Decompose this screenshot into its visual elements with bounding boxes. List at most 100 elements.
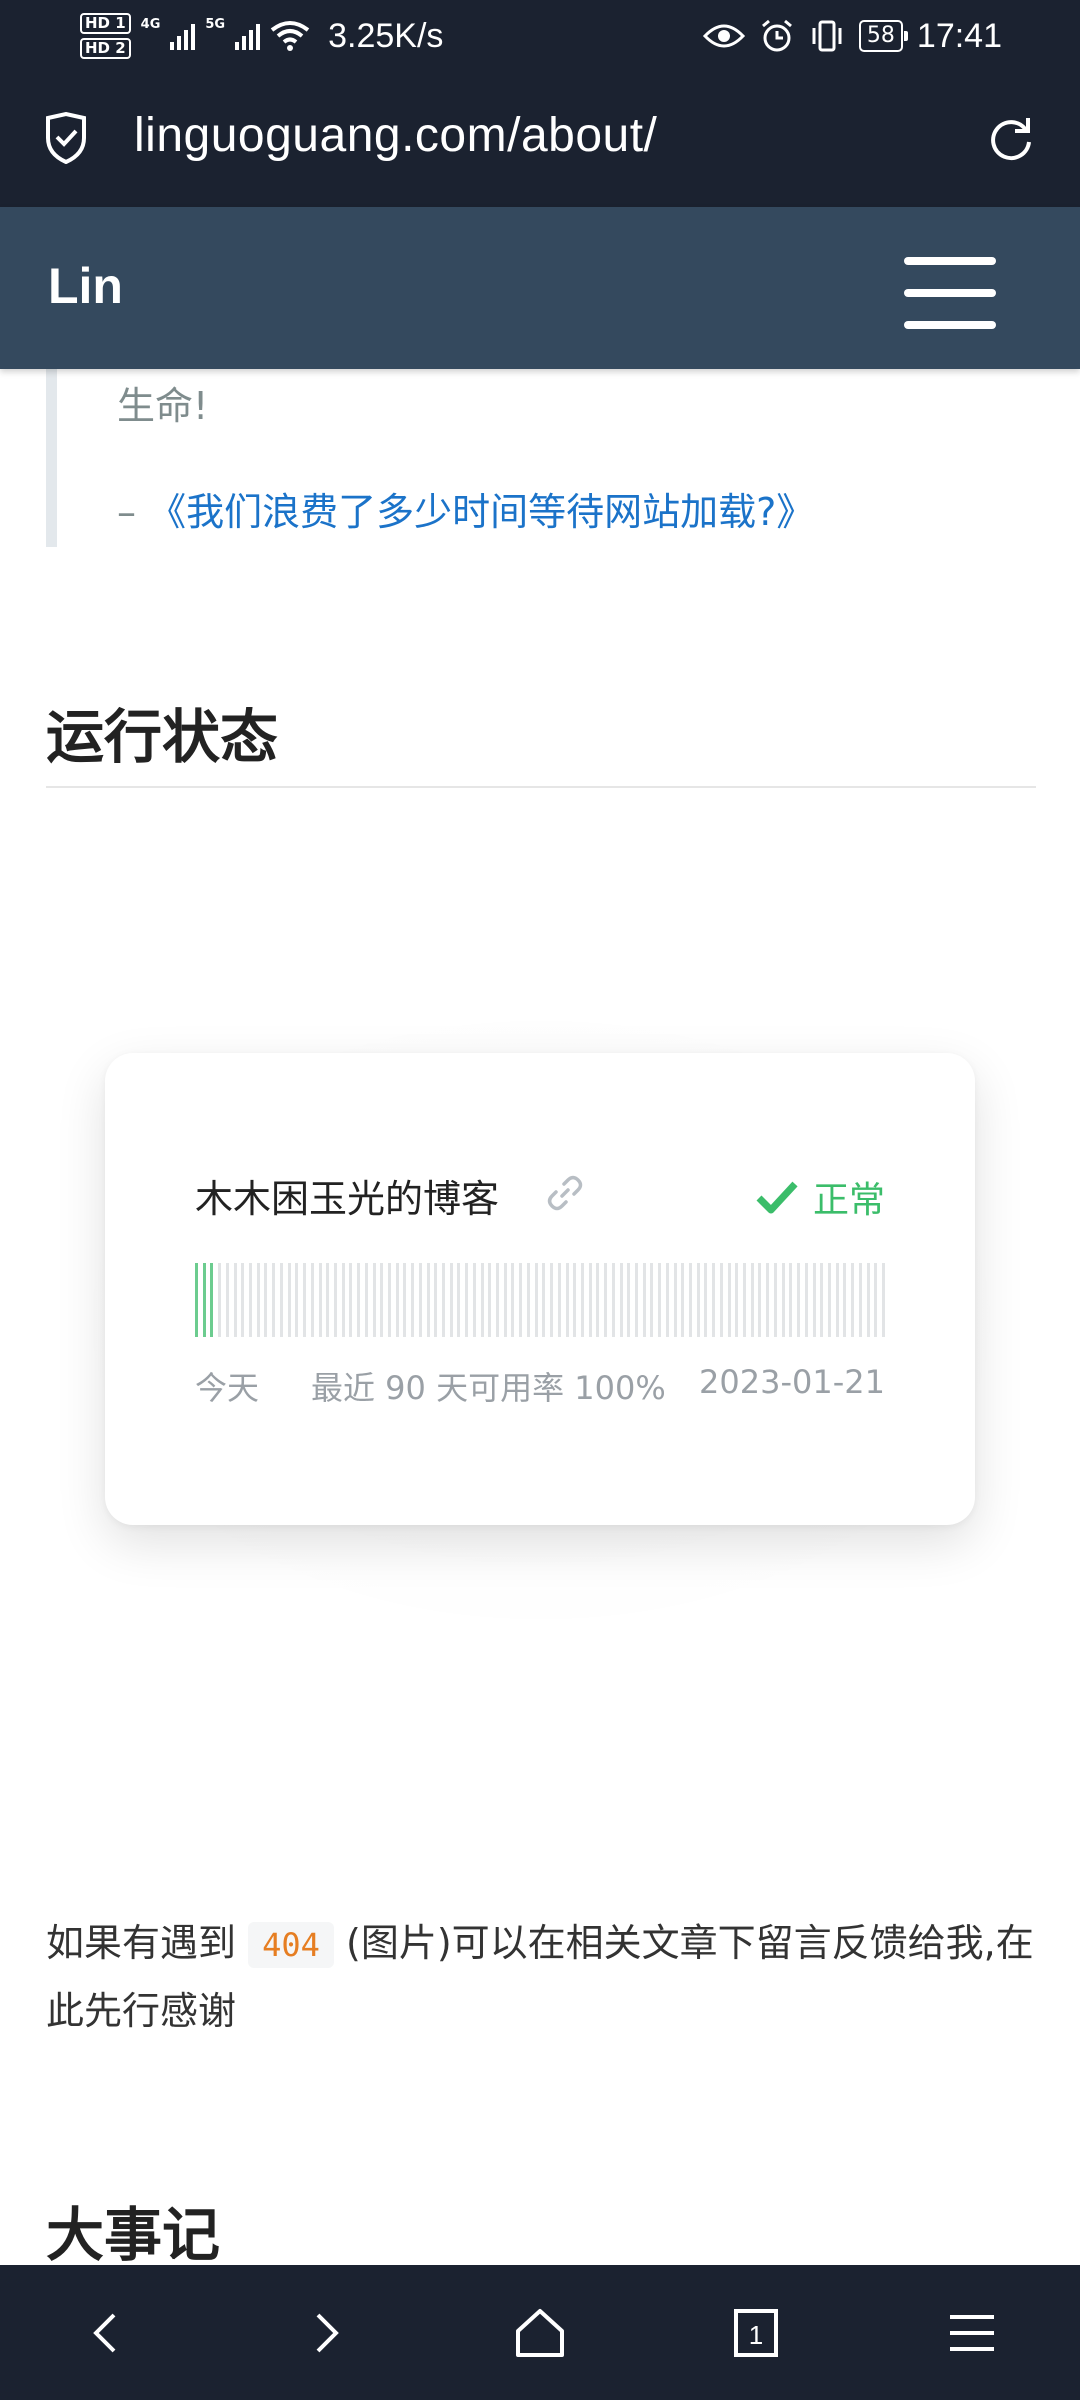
uptime-day-bar[interactable] (488, 1263, 492, 1337)
uptime-day-bar[interactable] (866, 1263, 870, 1337)
uptime-day-bar[interactable] (735, 1263, 739, 1337)
uptime-day-bar[interactable] (766, 1263, 770, 1337)
uptime-day-bar[interactable] (827, 1263, 831, 1337)
uptime-day-bar[interactable] (689, 1263, 693, 1337)
uptime-day-bar[interactable] (781, 1263, 785, 1337)
uptime-day-bar[interactable] (472, 1263, 476, 1337)
uptime-day-bar[interactable] (874, 1263, 878, 1337)
menu-button[interactable] (932, 2293, 1012, 2373)
uptime-day-bar[interactable] (804, 1263, 808, 1337)
uptime-day-bar[interactable] (279, 1263, 283, 1337)
uptime-day-bar[interactable] (418, 1263, 422, 1337)
uptime-day-bar[interactable] (318, 1263, 322, 1337)
uptime-day-bar[interactable] (580, 1263, 584, 1337)
uptime-day-bar[interactable] (449, 1263, 453, 1337)
uptime-day-bar[interactable] (295, 1263, 299, 1337)
uptime-day-bar[interactable] (333, 1263, 337, 1337)
uptime-day-bar[interactable] (480, 1263, 484, 1337)
uptime-day-bar[interactable] (387, 1263, 391, 1337)
forward-button[interactable] (284, 2293, 364, 2373)
uptime-day-bar[interactable] (534, 1263, 538, 1337)
menu-icon[interactable] (904, 257, 996, 329)
uptime-day-bar[interactable] (565, 1263, 569, 1337)
uptime-day-bar[interactable] (773, 1263, 777, 1337)
uptime-day-bar[interactable] (496, 1263, 500, 1337)
uptime-day-bar[interactable] (588, 1263, 592, 1337)
uptime-day-bar[interactable] (341, 1263, 345, 1337)
uptime-day-bar[interactable] (789, 1263, 793, 1337)
uptime-day-bar[interactable] (882, 1263, 885, 1337)
quote-source-link[interactable]: 《我们浪费了多少时间等待网站加载?》 (148, 490, 814, 534)
uptime-day-bar[interactable] (665, 1263, 669, 1337)
url-field[interactable]: linguoguang.com/about/ (134, 108, 657, 163)
uptime-day-bar[interactable] (411, 1263, 415, 1337)
uptime-day-bar[interactable] (225, 1263, 229, 1337)
uptime-day-bar[interactable] (573, 1263, 577, 1337)
uptime-day-bar[interactable] (604, 1263, 608, 1337)
uptime-day-bar[interactable] (704, 1263, 708, 1337)
uptime-day-bar[interactable] (619, 1263, 623, 1337)
uptime-day-bar[interactable] (426, 1263, 430, 1337)
uptime-day-bar[interactable] (719, 1263, 723, 1337)
uptime-day-bar[interactable] (526, 1263, 530, 1337)
uptime-day-bar[interactable] (627, 1263, 631, 1337)
uptime-day-bar[interactable] (812, 1263, 816, 1337)
uptime-day-bar[interactable] (557, 1263, 561, 1337)
back-button[interactable] (68, 2293, 148, 2373)
uptime-day-bar[interactable] (542, 1263, 546, 1337)
uptime-day-bar[interactable] (357, 1263, 361, 1337)
reload-icon[interactable] (986, 114, 1036, 164)
uptime-day-bar[interactable] (712, 1263, 716, 1337)
uptime-day-bar[interactable] (727, 1263, 731, 1337)
uptime-day-bar[interactable] (272, 1263, 276, 1337)
uptime-day-bar[interactable] (820, 1263, 824, 1337)
uptime-day-bar[interactable] (241, 1263, 245, 1337)
link-icon[interactable] (545, 1173, 585, 1213)
uptime-day-bar[interactable] (310, 1263, 314, 1337)
uptime-day-bar[interactable] (442, 1263, 445, 1337)
uptime-day-bar[interactable] (364, 1263, 368, 1337)
uptime-day-bar[interactable] (843, 1263, 847, 1337)
uptime-day-bar[interactable] (858, 1263, 862, 1337)
uptime-day-bar[interactable] (210, 1263, 214, 1337)
uptime-day-bar[interactable] (503, 1263, 507, 1337)
uptime-day-bar[interactable] (743, 1263, 747, 1337)
uptime-day-bar[interactable] (550, 1263, 554, 1337)
uptime-day-bar[interactable] (287, 1263, 291, 1337)
uptime-day-bar[interactable] (303, 1263, 307, 1337)
uptime-day-bar[interactable] (233, 1263, 237, 1337)
uptime-day-bar[interactable] (264, 1263, 268, 1337)
uptime-day-bar[interactable] (403, 1263, 407, 1337)
uptime-day-bar[interactable] (797, 1263, 801, 1337)
uptime-day-bar[interactable] (202, 1263, 206, 1337)
home-button[interactable] (500, 2293, 580, 2373)
uptime-day-bar[interactable] (195, 1263, 198, 1337)
uptime-day-bar[interactable] (395, 1263, 399, 1337)
uptime-day-bar[interactable] (650, 1263, 654, 1337)
uptime-day-bar[interactable] (851, 1263, 855, 1337)
uptime-day-bar[interactable] (758, 1263, 762, 1337)
uptime-day-bar[interactable] (519, 1263, 523, 1337)
uptime-day-bar[interactable] (696, 1263, 700, 1337)
uptime-day-bar[interactable] (634, 1263, 638, 1337)
uptime-day-bar[interactable] (658, 1263, 662, 1337)
shield-check-icon[interactable] (44, 112, 88, 164)
uptime-day-bar[interactable] (372, 1263, 376, 1337)
uptime-day-bar[interactable] (681, 1263, 685, 1337)
site-brand[interactable]: Lin (48, 257, 123, 315)
uptime-day-bar[interactable] (218, 1263, 222, 1337)
uptime-day-bar[interactable] (249, 1263, 253, 1337)
uptime-day-bar[interactable] (434, 1263, 438, 1337)
uptime-day-bar[interactable] (596, 1263, 600, 1337)
uptime-day-bar[interactable] (326, 1263, 330, 1337)
uptime-day-bar[interactable] (511, 1263, 515, 1337)
uptime-day-bar[interactable] (750, 1263, 754, 1337)
uptime-day-bar[interactable] (611, 1263, 615, 1337)
uptime-day-bar[interactable] (835, 1263, 839, 1337)
uptime-day-bar[interactable] (380, 1263, 384, 1337)
uptime-day-bar[interactable] (349, 1263, 353, 1337)
uptime-day-bar[interactable] (642, 1263, 646, 1337)
uptime-day-bar[interactable] (457, 1263, 461, 1337)
uptime-day-bar[interactable] (465, 1263, 469, 1337)
tabs-button[interactable]: 1 (716, 2293, 796, 2373)
